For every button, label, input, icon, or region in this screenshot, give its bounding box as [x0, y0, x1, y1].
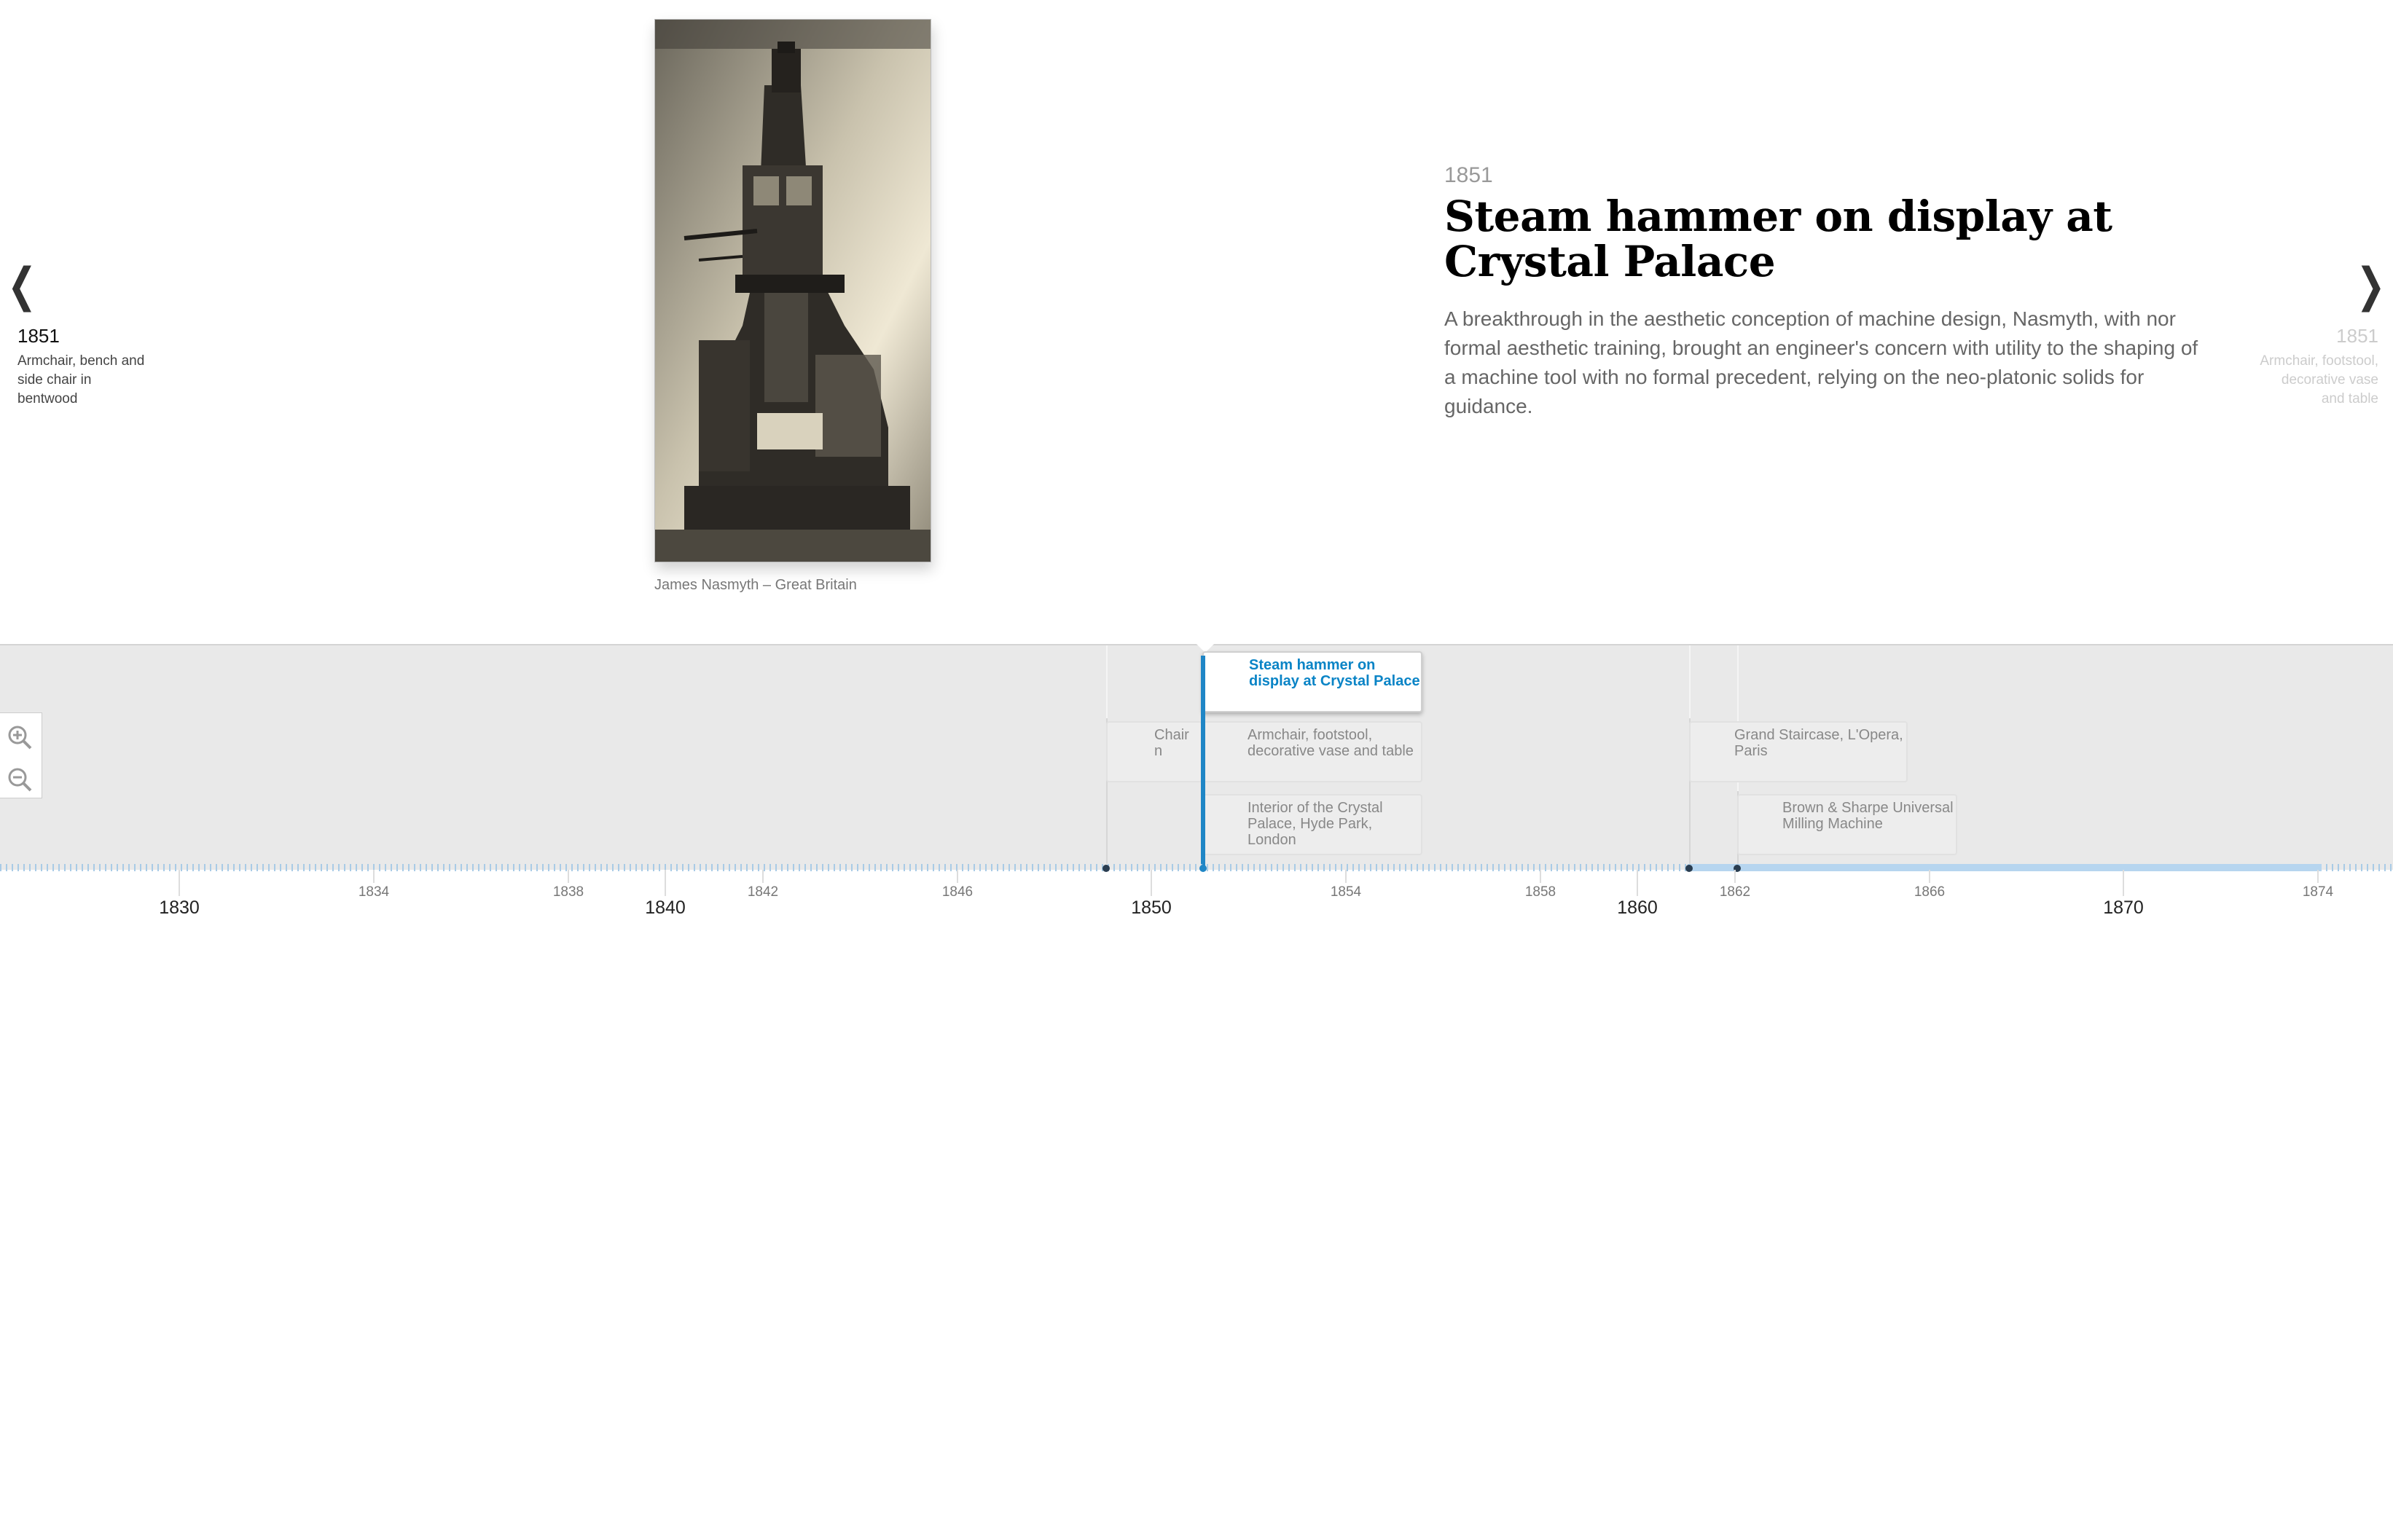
axis-tick — [373, 870, 375, 883]
timeline-marker[interactable]: Interior of the Crystal Palace, Hyde Par… — [1202, 794, 1422, 855]
axis-label-major: 1840 — [645, 897, 686, 918]
marker-label: Chair n — [1154, 727, 1189, 759]
previous-slide-title: Armchair, bench and side chair in bentwo… — [17, 353, 145, 406]
chevron-left-icon[interactable]: ❮ — [7, 262, 40, 309]
axis-tick-major — [665, 870, 666, 896]
axis-label-major: 1850 — [1131, 897, 1172, 918]
previous-slide-nav[interactable]: ❮ 1851 Armchair, bench and side chair in… — [7, 262, 153, 409]
axis-label-minor: 1842 — [747, 884, 779, 900]
axis-tick-major — [2123, 870, 2124, 896]
axis-tick — [1929, 870, 1930, 883]
slide-headline: Steam hammer on display at Crystal Palac… — [1444, 192, 2112, 286]
steam-hammer-photo — [655, 20, 931, 562]
slide-text: 1851 Steam hammer on display at Crystal … — [1444, 163, 2202, 421]
previous-slide-date: 1851 — [17, 325, 60, 347]
image-credit: James Nasmyth – Great Britain — [654, 577, 857, 593]
axis-label-minor: 1854 — [1330, 884, 1362, 900]
next-slide-title: Armchair, footstool, decorative vase and… — [2260, 353, 2378, 406]
marker-label: Grand Staircase, L'Opera, Paris — [1734, 727, 1903, 759]
axis-tick — [1540, 870, 1541, 883]
axis-label-major: 1860 — [1617, 897, 1658, 918]
axis-label-major: 1870 — [2103, 897, 2144, 918]
axis-label-minor: 1866 — [1914, 884, 1946, 900]
axis-tick-major — [179, 870, 180, 896]
marker-label: Interior of the Crystal Palace, Hyde Par… — [1248, 800, 1383, 848]
axis-label-minor: 1834 — [358, 884, 390, 900]
active-timeline-marker[interactable]: Steam hammer on display at Crystal Palac… — [1202, 651, 1422, 712]
axis-tick — [762, 870, 764, 883]
axis-label-minor: 1862 — [1719, 884, 1751, 900]
next-slide-date: 1851 — [2336, 325, 2378, 347]
zoom-out-icon[interactable] — [4, 764, 36, 796]
timeline-marker[interactable]: Armchair, footstool, decorative vase and… — [1202, 721, 1422, 782]
axis-label-minor: 1874 — [2302, 884, 2334, 900]
axis-tick — [1734, 870, 1736, 883]
axis-label-minor: 1846 — [941, 884, 974, 900]
axis-tick-major — [1151, 870, 1152, 896]
timeline-marker[interactable]: Chair n — [1106, 721, 1202, 782]
slide-date: 1851 — [1444, 163, 1493, 187]
zoom-out-button[interactable] — [4, 764, 36, 796]
active-marker-line — [1201, 656, 1205, 868]
axis-label-minor: 1838 — [552, 884, 584, 900]
chevron-right-icon[interactable]: ❯ — [2357, 262, 2386, 309]
marker-label: Armchair, footstool, decorative vase and… — [1248, 727, 1414, 759]
active-marker-label: Steam hammer on display at Crystal Palac… — [1249, 657, 1420, 689]
axis-tick — [1345, 870, 1347, 883]
next-slide-nav[interactable]: ❯ 1851 Armchair, footstool, decorative v… — [2240, 262, 2386, 409]
slide-panel: ❮ 1851 Armchair, bench and side chair in… — [0, 0, 2393, 644]
axis-tick — [2317, 870, 2319, 883]
axis-tick — [568, 870, 569, 883]
zoom-controls — [0, 712, 42, 798]
timeline-marker[interactable]: Grand Staircase, L'Opera, Paris — [1689, 721, 1908, 782]
marker-label: Brown & Sharpe Universal Milling Machine — [1782, 800, 1954, 832]
axis-label-major: 1830 — [159, 897, 200, 918]
timeline-axis: 1834 1838 1842 1846 1854 1858 1862 1866 … — [0, 870, 2393, 918]
zoom-in-button[interactable] — [4, 722, 36, 754]
zoom-in-icon[interactable] — [4, 722, 36, 754]
slide-body: A breakthrough in the aesthetic concepti… — [1444, 307, 2198, 417]
slide-image — [654, 19, 931, 562]
timeline-navigator[interactable]: Chair n Armchair, footstool, decorative … — [0, 644, 2393, 872]
timeline-marker[interactable]: Brown & Sharpe Universal Milling Machine — [1737, 794, 1957, 855]
axis-label-minor: 1858 — [1524, 884, 1556, 900]
axis-tick-major — [1637, 870, 1638, 896]
axis-tick — [957, 870, 958, 883]
